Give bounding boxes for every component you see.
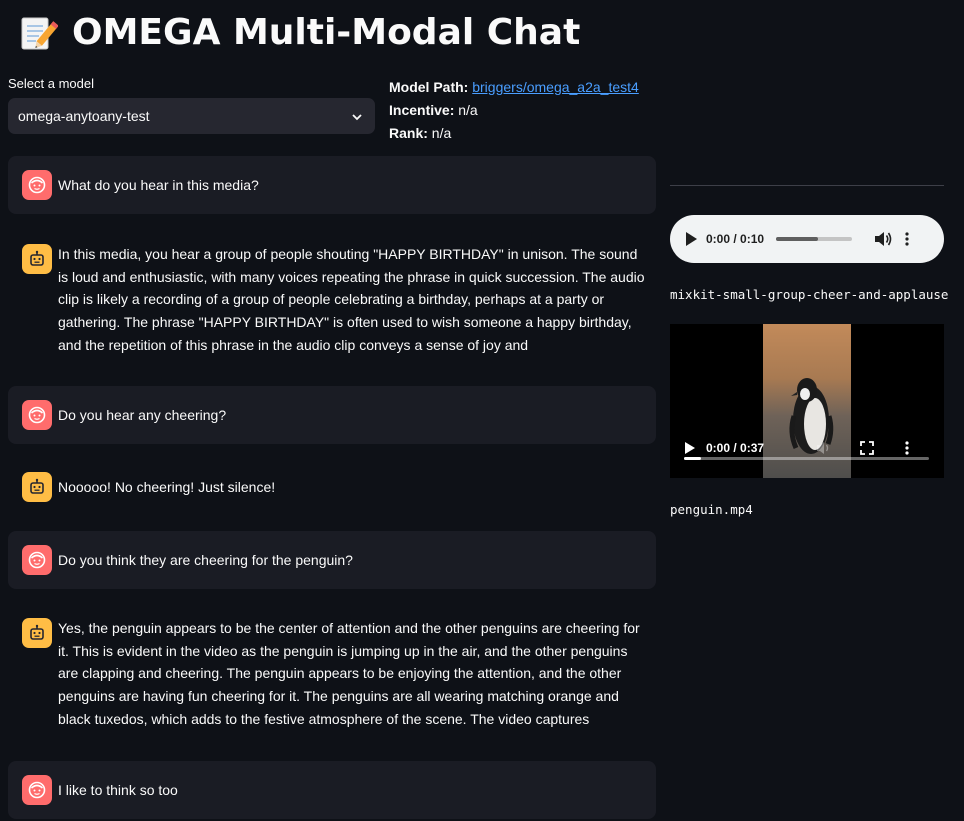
message-text: Do you think they are cheering for the p… [58,552,353,568]
audio-player[interactable]: 0:00 / 0:10 [670,215,944,263]
audio-filename: mixkit-small-group-cheer-and-applause [670,287,949,302]
chat-message-user: I like to think so too [8,761,656,819]
audio-progress-track[interactable] [776,237,853,241]
message-text: In this media, you hear a group of peopl… [58,246,645,353]
rank-label: Rank: [389,125,428,141]
user-avatar-icon [22,775,52,805]
model-select[interactable]: omega-anytoany-test [8,98,375,134]
incentive-value: n/a [458,102,478,118]
video-controls: 0:00 / 0:37 [670,418,944,478]
user-avatar-icon [22,545,52,575]
fullscreen-icon[interactable] [860,441,874,455]
divider [670,185,944,186]
video-filename: penguin.mp4 [670,502,753,517]
user-avatar-icon [22,400,52,430]
model-path-link[interactable]: briggers/omega_a2a_test4 [472,79,639,95]
chat-message-assistant: Yes, the penguin appears to be the cente… [8,604,656,742]
app-title: OMEGA Multi-Modal Chat [72,12,581,53]
chat-message-user: Do you think they are cheering for the p… [8,531,656,589]
model-select-label: Select a model [8,76,94,91]
audio-time: 0:00 / 0:10 [706,232,765,246]
audio-progress-fill [776,237,818,241]
user-avatar-icon [22,170,52,200]
incentive-line: Incentive: n/a [389,99,639,122]
page-title: OMEGA Multi-Modal Chat [18,12,580,53]
chat-message-assistant: Nooooo! No cheering! Just silence! [8,458,656,516]
memo-pencil-icon [18,13,59,53]
message-text: I like to think so too [58,782,178,798]
video-progress-track[interactable] [684,457,929,460]
message-text: Yes, the penguin appears to be the cente… [58,620,640,727]
message-text: Do you hear any cheering? [58,407,227,423]
video-progress-fill [684,457,702,460]
volume-icon[interactable] [816,441,832,455]
chevron-down-icon [351,110,363,122]
bot-avatar-icon [22,244,52,274]
model-select-value: omega-anytoany-test [18,108,150,124]
volume-icon[interactable] [874,231,892,247]
video-player[interactable]: 0:00 / 0:37 [670,324,944,478]
chat-message-assistant: In this media, you hear a group of peopl… [8,230,656,368]
message-text: Nooooo! No cheering! Just silence! [58,479,276,495]
bot-avatar-icon [22,618,52,648]
more-options-icon[interactable] [904,231,910,247]
bot-avatar-icon [22,472,52,502]
model-path-line: Model Path: briggers/omega_a2a_test4 [389,76,639,99]
video-time: 0:00 / 0:37 [706,441,765,455]
model-info: Model Path: briggers/omega_a2a_test4 Inc… [389,76,639,145]
incentive-label: Incentive: [389,102,455,118]
model-path-label: Model Path: [389,79,469,95]
play-icon[interactable] [684,231,698,247]
rank-line: Rank: n/a [389,122,639,145]
more-options-icon[interactable] [904,440,910,456]
chat-message-user: What do you hear in this media? [8,156,656,214]
message-text: What do you hear in this media? [58,177,259,193]
rank-value: n/a [431,125,452,141]
play-icon[interactable] [684,441,696,455]
chat-message-user: Do you hear any cheering? [8,386,656,444]
